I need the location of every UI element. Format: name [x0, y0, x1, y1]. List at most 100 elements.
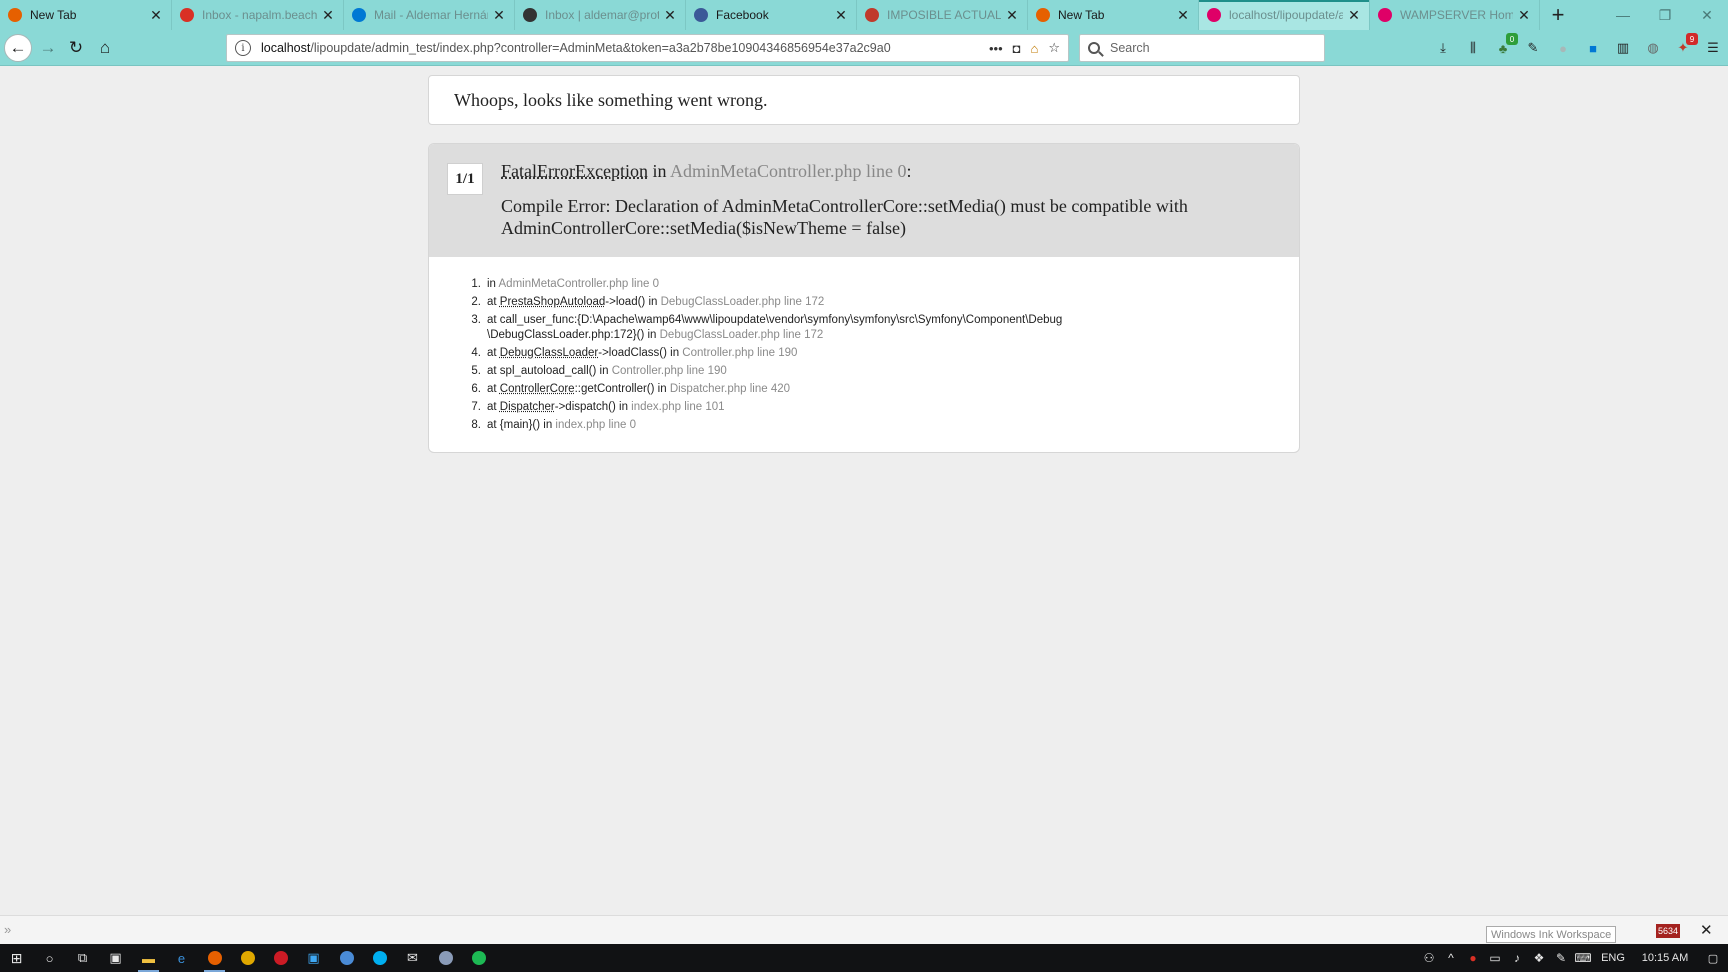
arrow-left-icon: ← — [9, 38, 27, 57]
home-icon[interactable]: ⌂ — [1030, 41, 1038, 56]
mail-icon[interactable]: ✉ — [396, 944, 429, 972]
app-icon[interactable]: ▣ — [297, 944, 330, 972]
tab-localhost-active[interactable]: localhost/lipoupdate/ad ✕ — [1199, 0, 1370, 30]
skype-icon[interactable] — [363, 944, 396, 972]
exception-class: FatalErrorException — [501, 161, 648, 181]
sidebar-icon[interactable]: ▥ — [1612, 37, 1634, 59]
stack-trace: 1. in AdminMetaController.php line 0 2. … — [459, 275, 1187, 434]
close-icon[interactable]: ✕ — [834, 7, 848, 24]
minimize-icon[interactable]: — — [1604, 0, 1642, 30]
status-badge[interactable]: 5634 — [1656, 924, 1680, 938]
globe-icon[interactable] — [429, 944, 462, 972]
search-icon — [1088, 42, 1100, 54]
close-icon[interactable]: ✕ — [1005, 7, 1019, 24]
close-icon[interactable]: ✕ — [1176, 7, 1190, 24]
exception-colon: : — [906, 161, 912, 181]
close-icon[interactable]: ✕ — [1700, 921, 1713, 939]
close-icon[interactable]: ✕ — [663, 7, 677, 24]
exception-message: Compile Error: Declaration of AdminMetaC… — [501, 196, 1188, 238]
windows-taskbar: ⊞ ○ ⧉ ▣ ▬ e ▣ ✉ ⚇ ^ ● ▭ ♪ ❖ ✎ ⌨ ENG 10:1… — [0, 944, 1728, 972]
tab-title: Mail - Aldemar Hernánd — [374, 8, 488, 22]
file-explorer-icon[interactable]: ▬ — [132, 944, 165, 972]
restore-icon[interactable]: ❐ — [1646, 0, 1684, 30]
library-icon[interactable]: ⫼ — [1462, 37, 1484, 59]
close-icon[interactable]: ✕ — [149, 7, 163, 24]
media-icon[interactable] — [330, 944, 363, 972]
network-icon[interactable]: ▭ — [1484, 951, 1506, 965]
bottom-strip: » Windows Ink Workspace 5634 ✕ — [0, 915, 1728, 944]
page-title: Whoops, looks like something went wrong. — [454, 89, 768, 110]
page-actions-icon[interactable]: ••• — [989, 41, 1003, 56]
chrome-icon[interactable] — [231, 944, 264, 972]
reload-button[interactable]: ↻ — [62, 34, 90, 62]
eyedropper-icon[interactable]: ✎ — [1522, 37, 1544, 59]
tab-outlook[interactable]: Mail - Aldemar Hernánd ✕ — [344, 0, 515, 30]
toolbar-icons: ⤓ ⫼ ♣ 0 ✎ ● ■ ▥ ◍ ✦ 9 ☰ — [1432, 33, 1724, 62]
trace-body: at Dispatcher->dispatch() in index.php l… — [487, 398, 1187, 416]
tab-new-tab-2[interactable]: New Tab ✕ — [1028, 0, 1199, 30]
close-icon[interactable]: ✕ — [321, 7, 335, 24]
opera-icon[interactable] — [264, 944, 297, 972]
tab-gmail[interactable]: Inbox - napalm.beach@ ✕ — [172, 0, 344, 30]
cortana-icon[interactable]: ○ — [33, 944, 66, 972]
close-icon[interactable]: ✕ — [492, 7, 506, 24]
volume-icon[interactable]: ♪ — [1506, 951, 1528, 965]
gmail-icon — [180, 8, 194, 22]
bookmark-star-icon[interactable]: ☆ — [1048, 40, 1060, 56]
trace-prefix: at — [487, 296, 500, 308]
store-icon[interactable]: ▣ — [99, 944, 132, 972]
clock[interactable]: 10:15 AM — [1632, 952, 1698, 964]
menu-icon[interactable]: ☰ — [1702, 37, 1724, 59]
download-icon[interactable]: ⤓ — [1432, 37, 1454, 59]
pocket-icon[interactable]: ◘ — [1013, 41, 1021, 56]
gmail-notifier-icon[interactable]: ● — [1462, 951, 1484, 965]
chevron-up-icon[interactable]: ^ — [1440, 951, 1462, 965]
url-bar[interactable]: i localhost/lipoupdate/admin_test/index.… — [226, 34, 1069, 62]
tab-imposible-actualizar[interactable]: IMPOSIBLE ACTUALIZAR ✕ — [857, 0, 1028, 30]
trace-prefix: at — [487, 419, 500, 431]
windows-start-icon[interactable]: ⊞ — [0, 944, 33, 972]
home-button[interactable]: ⌂ — [91, 34, 119, 62]
exception-header: 1/1 FatalErrorException in AdminMetaCont… — [429, 144, 1299, 257]
info-icon[interactable]: i — [235, 40, 251, 56]
search-bar[interactable]: Search — [1079, 34, 1325, 62]
language-indicator[interactable]: ENG — [1594, 952, 1632, 964]
search-placeholder: Search — [1110, 41, 1150, 55]
task-view-icon[interactable]: ⧉ — [66, 944, 99, 972]
trace-item: 6. at ControllerCore::getController() in… — [459, 380, 1187, 398]
forward-button[interactable]: → — [34, 34, 62, 62]
action-center-icon[interactable]: ▢ — [1698, 952, 1728, 965]
chevron-right-icon[interactable]: » — [4, 922, 11, 937]
edge-icon[interactable]: e — [165, 944, 198, 972]
tab-wampserver[interactable]: WAMPSERVER Homepa ✕ — [1370, 0, 1540, 30]
close-window-icon[interactable]: ✕ — [1688, 0, 1726, 30]
spotify-icon[interactable] — [462, 944, 495, 972]
trace-class: PrestaShopAutoload — [499, 296, 606, 308]
trace-class: ControllerCore — [499, 383, 575, 395]
trace-item: 1. in AdminMetaController.php line 0 — [459, 275, 1187, 293]
keyboard-icon[interactable]: ⌨ — [1572, 951, 1594, 965]
close-icon[interactable]: ✕ — [1517, 7, 1531, 24]
vpn-icon[interactable]: ◍ — [1642, 37, 1664, 59]
tab-new-tab-1[interactable]: New Tab ✕ — [0, 0, 172, 30]
tab-facebook[interactable]: Facebook ✕ — [686, 0, 857, 30]
gift-icon[interactable]: ✦ 9 — [1672, 33, 1698, 59]
close-icon[interactable]: ✕ — [1347, 7, 1361, 24]
extension-icon[interactable]: ♣ 0 — [1492, 33, 1518, 59]
trace-in: in — [596, 365, 612, 377]
pen-icon[interactable]: ✎ — [1550, 951, 1572, 965]
trace-location: index.php line 101 — [631, 401, 725, 413]
back-button[interactable]: ← — [4, 34, 32, 62]
trace-location: DebugClassLoader.php line 172 — [659, 328, 824, 341]
tab-protonmail[interactable]: Inbox | aldemar@proton ✕ — [515, 0, 686, 30]
trace-item: 8. at {main}() in index.php line 0 — [459, 416, 1187, 434]
disabled-extension-icon[interactable]: ● — [1552, 37, 1574, 59]
skype-icon[interactable]: ■ — [1582, 37, 1604, 59]
dropbox-icon[interactable]: ❖ — [1528, 951, 1550, 965]
new-tab-button[interactable]: + — [1540, 0, 1576, 30]
notification-badge: 9 — [1686, 33, 1698, 45]
people-icon[interactable]: ⚇ — [1418, 951, 1440, 965]
firefox-icon[interactable] — [198, 944, 231, 972]
url-text[interactable]: localhost/lipoupdate/admin_test/index.ph… — [261, 41, 989, 55]
trace-location: AdminMetaController.php line 0 — [498, 278, 659, 290]
